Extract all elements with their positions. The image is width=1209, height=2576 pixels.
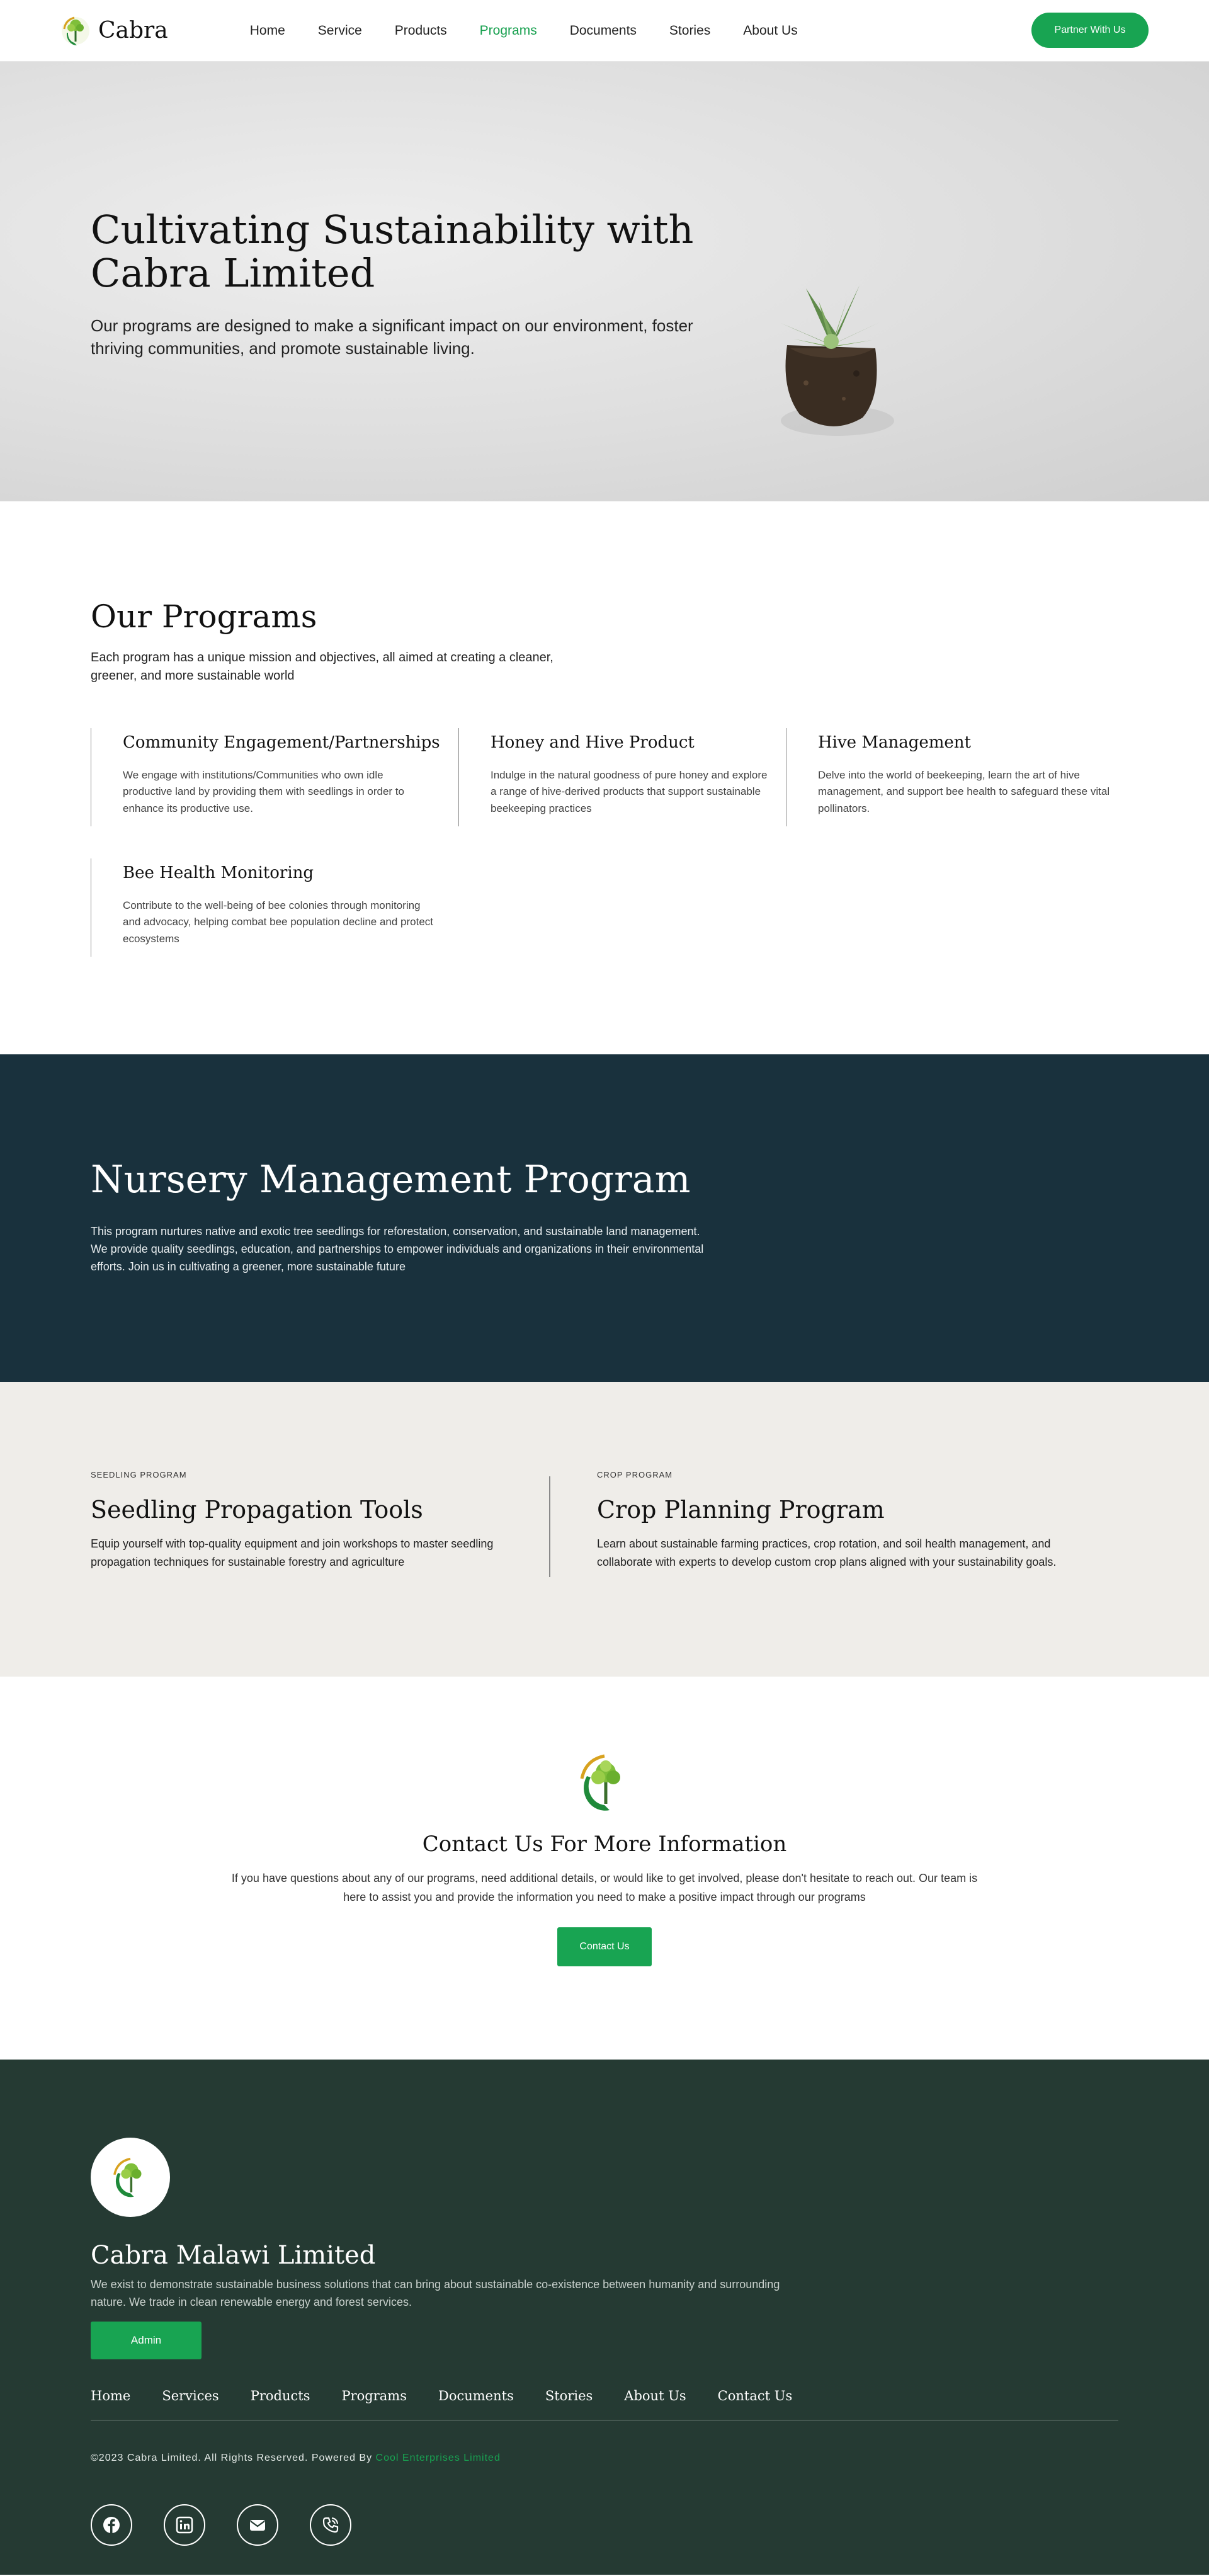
footer-link-stories[interactable]: Stories: [545, 2388, 593, 2403]
footer: Cabra Malawi Limited We exist to demonst…: [0, 2060, 1209, 2575]
seedling-eyebrow: SEEDLING PROGRAM: [91, 1470, 187, 1479]
copyright: ©2023 Cabra Limited. All Rights Reserved…: [91, 2453, 501, 2464]
nav-link-about[interactable]: About Us: [743, 23, 797, 38]
seedling-title: Seedling Propagation Tools: [91, 1496, 423, 1524]
nav-link-programs[interactable]: Programs: [480, 23, 537, 38]
crop-program-block: CROP PROGRAM Crop Planning Program Learn…: [597, 1470, 1101, 1571]
program-card: Bee Health Monitoring Contribute to the …: [91, 858, 456, 957]
social-links: [91, 2504, 351, 2546]
copyright-text: ©2023 Cabra Limited. All Rights Reserved…: [91, 2453, 376, 2463]
divider: [549, 1476, 550, 1577]
program-card-text: We engage with institutions/Communities …: [123, 769, 404, 814]
footer-nav: Home Services Products Programs Document…: [91, 2388, 792, 2403]
footer-link-contact[interactable]: Contact Us: [718, 2388, 793, 2403]
contact-title: Contact Us For More Information: [422, 1832, 787, 1857]
facebook-icon: [103, 2517, 120, 2533]
hero-title: Cultivating Sustainability with Cabra Li…: [91, 207, 694, 297]
linkedin-button[interactable]: [164, 2504, 205, 2546]
linkedin-icon: [176, 2516, 193, 2534]
top-navbar: Cabra Home Service Products Programs Doc…: [0, 0, 1209, 62]
nav-link-documents[interactable]: Documents: [570, 23, 637, 38]
program-card-title: Honey and Hive Product: [491, 733, 695, 752]
nursery-title: Nursery Management Program: [91, 1158, 691, 1202]
admin-button[interactable]: Admin: [91, 2322, 202, 2359]
nav-link-home[interactable]: Home: [250, 23, 285, 38]
footer-link-documents[interactable]: Documents: [438, 2388, 514, 2403]
program-card-title: Community Engagement/Partnerships: [123, 733, 440, 752]
crop-title: Crop Planning Program: [597, 1496, 885, 1524]
crop-text: Learn about sustainable farming practice…: [597, 1537, 1057, 1568]
phone-button[interactable]: [310, 2504, 351, 2546]
contact-text: If you have questions about any of our p…: [231, 1872, 978, 1903]
contact-section: Contact Us For More Information If you h…: [0, 1677, 1209, 2060]
facebook-button[interactable]: [91, 2504, 132, 2546]
programs-grid: Community Engagement/Partnerships We eng…: [91, 728, 1118, 980]
brand-name: Cabra: [98, 18, 168, 43]
program-card: Honey and Hive Product Indulge in the na…: [458, 728, 786, 826]
nursery-text: This program nurtures native and exotic …: [91, 1225, 704, 1273]
powered-by-link[interactable]: Cool Enterprises Limited: [376, 2453, 501, 2463]
succulent-plant-image: [781, 285, 894, 436]
program-card: Community Engagement/Partnerships We eng…: [91, 728, 456, 826]
seedling-program-block: SEEDLING PROGRAM Seedling Propagation To…: [91, 1470, 519, 1571]
footer-link-about[interactable]: About Us: [624, 2388, 686, 2403]
seedling-text: Equip yourself with top-quality equipmen…: [91, 1537, 494, 1568]
hero-section: Cultivating Sustainability with Cabra Li…: [0, 62, 1209, 501]
programs-section: Our Programs Each program has a unique m…: [0, 501, 1209, 1054]
footer-link-programs[interactable]: Programs: [341, 2388, 407, 2403]
program-card-title: Hive Management: [818, 733, 971, 752]
footer-description: We exist to demonstrate sustainable busi…: [91, 2278, 780, 2308]
program-card-text: Delve into the world of beekeeping, lear…: [818, 769, 1110, 814]
hero-text: Cultivating Sustainability with Cabra Li…: [91, 208, 695, 360]
footer-link-services[interactable]: Services: [162, 2388, 219, 2403]
main-nav: Home Service Products Programs Documents…: [250, 23, 798, 38]
brand[interactable]: Cabra: [60, 14, 168, 48]
program-card-title: Bee Health Monitoring: [123, 863, 314, 882]
nursery-section: Nursery Management Program This program …: [0, 1054, 1209, 1382]
footer-link-products[interactable]: Products: [251, 2388, 310, 2403]
contact-us-button[interactable]: Contact Us: [557, 1927, 652, 1966]
nav-link-service[interactable]: Service: [318, 23, 362, 38]
footer-logo[interactable]: [91, 2138, 170, 2217]
tree-logo-icon: [580, 1754, 620, 1811]
program-tools-section: SEEDLING PROGRAM Seedling Propagation To…: [0, 1382, 1209, 1677]
email-icon: [250, 2520, 265, 2531]
tree-logo-icon: [113, 2157, 142, 2197]
footer-company-name: Cabra Malawi Limited: [91, 2241, 376, 2270]
program-card-text: Contribute to the well-being of bee colo…: [123, 899, 434, 945]
hero-subtitle: Our programs are designed to make a sign…: [91, 316, 693, 358]
footer-link-home[interactable]: Home: [91, 2388, 130, 2403]
nav-link-stories[interactable]: Stories: [669, 23, 710, 38]
partner-with-us-button[interactable]: Partner With Us: [1031, 13, 1149, 48]
tree-logo-icon: [62, 16, 89, 45]
programs-subtitle: Each program has a unique mission and ob…: [91, 651, 553, 683]
programs-title: Our Programs: [91, 598, 317, 635]
program-card-text: Indulge in the natural goodness of pure …: [491, 769, 768, 814]
phone-icon: [322, 2517, 339, 2533]
email-button[interactable]: [237, 2504, 278, 2546]
crop-eyebrow: CROP PROGRAM: [597, 1470, 673, 1479]
nav-link-products[interactable]: Products: [395, 23, 447, 38]
program-card: Hive Management Delve into the world of …: [786, 728, 1118, 826]
